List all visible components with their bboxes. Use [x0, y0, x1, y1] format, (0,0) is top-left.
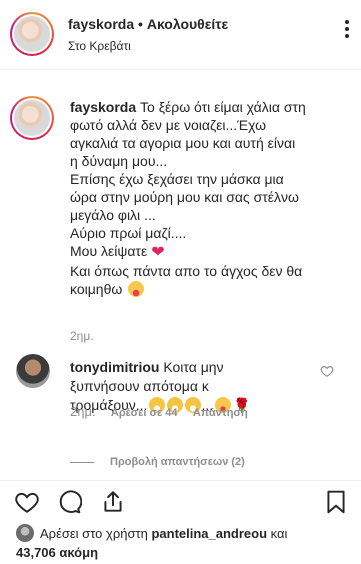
- comment-icon[interactable]: [56, 489, 82, 515]
- comment-line: Κοιτα μην: [163, 359, 224, 375]
- likes-summary: Αρέσει στο χρήστη pantelina_andreou και …: [16, 524, 351, 562]
- comment-username[interactable]: tonydimitriou: [70, 359, 159, 375]
- caption-line: κοιμηθω: [70, 281, 123, 297]
- liker-avatar: [16, 524, 34, 542]
- broken-heart-emoji-icon: ❤: [151, 244, 165, 261]
- likes-prefix: Αρέσει στο χρήστη: [40, 526, 148, 541]
- caption-line: φωτό αλλά δεν με νοιαζει...Έχω: [70, 117, 267, 133]
- caption-line: ώρα στην μούρη μου και σας στέλνω: [70, 189, 299, 205]
- likes-conj: και: [270, 526, 288, 541]
- comment-line: ξυπνήσουν απότομα κ: [70, 378, 209, 394]
- comment-likes-link[interactable]: Αρέσει σε 44: [111, 407, 178, 419]
- caption-avatar[interactable]: [10, 96, 54, 140]
- comment-meta: 2ημ. Αρέσει σε 44 Απάντηση: [70, 404, 248, 419]
- comment-timestamp: 2ημ.: [70, 404, 96, 419]
- header-separator: •: [138, 16, 143, 32]
- caption-line: αγκαλιά τα αγορια μου και αυτή είναι: [70, 135, 296, 151]
- liker-username[interactable]: pantelina_andreou: [151, 526, 267, 541]
- location-link[interactable]: Στο Κρεβάτι: [68, 39, 131, 53]
- view-replies-button[interactable]: Προβολή απαντήσεων (2): [70, 456, 245, 468]
- header-username[interactable]: fayskorda: [68, 16, 134, 32]
- tongue-emoji-icon: [128, 281, 145, 297]
- following-button[interactable]: Ακολουθείτε: [147, 16, 228, 32]
- header-avatar[interactable]: [10, 12, 54, 56]
- caption-line: Επίσης έχω ξεχάσει την μάσκα μια: [70, 171, 284, 187]
- comment-like-heart-icon[interactable]: [320, 364, 334, 378]
- caption-line: Μου λείψατε: [70, 243, 148, 259]
- replies-divider: [70, 461, 94, 463]
- likes-count[interactable]: 43,706 ακόμη: [16, 545, 98, 560]
- post-header: fayskorda • Ακολουθείτε Στο Κρεβάτι: [0, 0, 361, 70]
- action-bar: [0, 480, 361, 520]
- header-user-line: fayskorda • Ακολουθείτε: [68, 16, 228, 32]
- caption-line: Αύριο πρωί μαζί....: [70, 225, 187, 241]
- caption-text: fayskorda Το ξέρω ότι είμαι χάλια στη φω…: [70, 98, 350, 298]
- caption-timestamp: 2ημ.: [70, 329, 94, 343]
- caption-line: Το ξέρω ότι είμαι χάλια στη: [140, 99, 306, 115]
- bookmark-icon[interactable]: [323, 489, 349, 515]
- more-options-icon[interactable]: [345, 20, 349, 40]
- caption-line: Και όπως πάντα απο το άγχος δεν θα: [70, 263, 303, 279]
- caption-username[interactable]: fayskorda: [70, 99, 136, 115]
- comment-avatar[interactable]: [16, 354, 50, 388]
- share-icon[interactable]: [100, 489, 126, 515]
- reply-button[interactable]: Απάντηση: [193, 407, 248, 419]
- heart-icon[interactable]: [14, 489, 40, 515]
- caption-line: η δύναμη μου...: [70, 153, 168, 169]
- caption-line: μεγάλο φιλι ...: [70, 207, 156, 223]
- view-replies-label: Προβολή απαντήσεων (2): [110, 456, 245, 468]
